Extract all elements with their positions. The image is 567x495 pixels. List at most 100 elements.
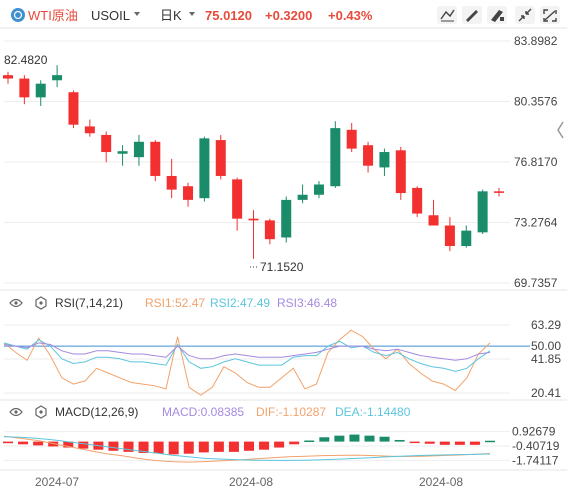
macd-histogram-bar bbox=[289, 441, 300, 445]
rsi-axis: 63.29 50.0041.85 20.41 bbox=[531, 318, 561, 400]
candle-body bbox=[248, 218, 259, 221]
rsi-indicator-name: RSI(7,14,21) bbox=[55, 296, 123, 310]
candle-body bbox=[133, 141, 144, 158]
macd-histogram-bar bbox=[424, 441, 435, 444]
candlestick bbox=[346, 122, 357, 153]
macd-histogram bbox=[3, 434, 495, 455]
collapse-toggle-icon[interactable] bbox=[557, 121, 564, 139]
macd-histogram-bar bbox=[153, 441, 164, 454]
rsi-lines bbox=[3, 329, 491, 396]
candlestick bbox=[150, 140, 161, 182]
candlestick bbox=[35, 80, 46, 106]
candlestick bbox=[494, 187, 504, 197]
chart-stage: WTI原油 USOIL 日K 75.0120 +0.3200 +0.43% 83… bbox=[0, 6, 567, 489]
macd-histogram-bar bbox=[394, 439, 405, 442]
candle-body bbox=[199, 138, 210, 199]
macd-histogram-bar bbox=[409, 441, 420, 444]
low-price-label: 71.1520 bbox=[260, 260, 304, 274]
fullscreen-icon[interactable] bbox=[540, 6, 560, 24]
price-tick-label: 83.8982 bbox=[514, 34, 558, 48]
chart-toolbar bbox=[437, 6, 560, 24]
price-tick-label: 76.8170 bbox=[514, 155, 558, 169]
candlestick bbox=[330, 121, 341, 188]
macd-histogram-bar bbox=[274, 441, 285, 448]
macd-histogram-bar bbox=[3, 441, 13, 444]
candlestick bbox=[101, 131, 112, 163]
rsi-tick-label: 50.00 bbox=[531, 339, 561, 353]
macd-histogram-bar bbox=[469, 441, 480, 445]
chart-header: WTI原油 USOIL 日K 75.0120 +0.3200 +0.43% bbox=[11, 8, 373, 23]
rsi-tick-label: 20.41 bbox=[531, 386, 561, 400]
macd-axis: 0.92679-0.40719-1.74117 bbox=[512, 425, 560, 468]
candle-body bbox=[313, 184, 324, 195]
period-selector[interactable]: 日K bbox=[160, 8, 182, 23]
candlestick bbox=[281, 196, 292, 243]
macd-histogram-bar bbox=[78, 441, 89, 449]
macd-histogram-bar bbox=[379, 436, 390, 442]
candlestick bbox=[84, 119, 95, 137]
macd-value: MACD:0.08385 bbox=[162, 405, 244, 419]
candlestick bbox=[395, 146, 406, 200]
candlestick bbox=[412, 186, 423, 217]
price-axis: 83.8982 80.3576 76.8170 73.2764 69.7357 bbox=[514, 34, 558, 290]
candlestick bbox=[379, 148, 390, 176]
candlestick bbox=[199, 136, 210, 202]
price-tick-label: 80.3576 bbox=[514, 94, 558, 108]
candle-body bbox=[428, 215, 439, 226]
dropdown-caret-icon[interactable] bbox=[189, 12, 195, 16]
x-tick-label: 2024-08 bbox=[229, 475, 273, 489]
dif-value: DIF:-1.10287 bbox=[256, 405, 326, 419]
low-annotation: 71.1520 bbox=[250, 260, 304, 274]
candlestick bbox=[477, 189, 488, 235]
candle-body bbox=[52, 75, 63, 81]
candlestick bbox=[68, 90, 79, 129]
chart-style-icon[interactable] bbox=[437, 6, 457, 24]
drawing-tools-icon[interactable] bbox=[487, 6, 507, 24]
price-grid bbox=[4, 40, 510, 284]
macd-histogram-bar bbox=[228, 441, 239, 452]
candle-body bbox=[215, 140, 226, 176]
macd-histogram-bar bbox=[454, 441, 465, 445]
macd-histogram-bar bbox=[198, 441, 209, 453]
candlestick bbox=[3, 71, 13, 84]
candle-body bbox=[379, 152, 390, 168]
price-change: +0.3200 bbox=[265, 8, 312, 23]
candle-body bbox=[281, 199, 292, 238]
macd-histogram-bar bbox=[485, 440, 495, 443]
dropdown-caret-icon[interactable] bbox=[134, 12, 140, 16]
macd-histogram-bar bbox=[319, 437, 330, 442]
candle-body bbox=[117, 151, 128, 154]
candlestick bbox=[461, 225, 472, 248]
macd-histogram-bar bbox=[334, 435, 345, 442]
macd-header: MACD(12,26,9) MACD:0.08385 DIF:-1.10287 … bbox=[9, 405, 411, 419]
draw-line-icon[interactable] bbox=[462, 6, 482, 24]
macd-histogram-bar bbox=[244, 441, 254, 451]
candle-body bbox=[183, 186, 194, 200]
candlestick bbox=[166, 158, 177, 199]
candlestick bbox=[117, 145, 128, 166]
candle-body bbox=[84, 126, 95, 134]
price-tick-label: 69.7357 bbox=[514, 276, 558, 290]
rsi3-value: RSI3:46.48 bbox=[277, 296, 337, 310]
high-annotation: 82.4820 bbox=[4, 53, 48, 67]
candle-body bbox=[444, 225, 455, 247]
macd-histogram-bar bbox=[304, 440, 315, 443]
candlestick bbox=[313, 181, 324, 199]
candlestick bbox=[264, 218, 275, 245]
shrink-icon[interactable] bbox=[515, 6, 535, 24]
x-tick-label: 2024-07 bbox=[35, 475, 79, 489]
rsi-tick-label: 63.29 bbox=[531, 318, 561, 332]
candlestick bbox=[183, 182, 194, 207]
macd-histogram-bar bbox=[213, 441, 224, 452]
candle-body bbox=[150, 141, 161, 176]
settings-icon[interactable] bbox=[35, 405, 47, 419]
candlestick bbox=[215, 134, 226, 180]
instrument-name[interactable]: WTI原油 bbox=[28, 8, 78, 23]
macd-histogram-bar bbox=[439, 441, 450, 445]
candle-body bbox=[3, 75, 13, 79]
symbol-label[interactable]: USOIL bbox=[91, 8, 130, 23]
candle-body bbox=[477, 191, 488, 233]
candle-body bbox=[494, 191, 504, 193]
settings-icon[interactable] bbox=[35, 296, 47, 310]
macd-tick-label: 0.92679 bbox=[512, 425, 556, 439]
